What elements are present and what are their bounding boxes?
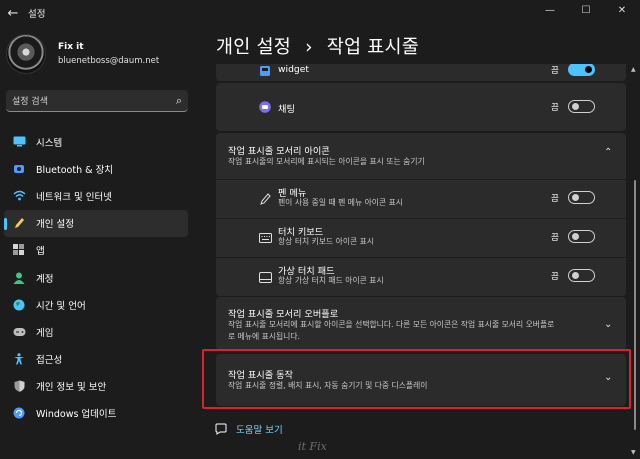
sidebar-item-accounts[interactable]: 계정 [4,264,188,291]
sidebar-item-label: 네트워크 및 인터넷 [36,191,112,203]
window-controls: — ☐ ✕ [532,0,640,20]
title-bar: ← 설정 — ☐ ✕ [0,0,640,26]
minimize-button[interactable]: — [532,0,568,20]
wifi-icon [12,189,26,203]
touch-keyboard-toggle[interactable] [568,230,595,243]
globe-icon [12,298,26,312]
pen-menu-toggle-state: 끔 [551,194,559,204]
sidebar-item-system[interactable]: 시스템 [4,128,188,155]
widget-icon [258,64,272,78]
highlight-box [202,349,631,409]
keyboard-icon [258,231,272,245]
back-arrow-icon: ← [7,5,19,21]
corner-overflow-subtitle-2: 로 메뉴에 표시됩니다. [228,332,300,341]
scroll-up-arrow-icon[interactable]: ▲ [631,66,636,73]
corner-icons-title: 작업 표시줄 모서리 아이콘 [228,146,330,157]
gamepad-icon [12,325,26,339]
search-input[interactable]: 설정 검색 ⌕ [6,90,188,112]
sidebar-item-bluetooth[interactable]: Bluetooth & 장치 [4,155,188,182]
sidebar-item-network[interactable]: 네트워크 및 인터넷 [4,182,188,209]
widget-row-title: widget [278,64,309,75]
update-icon [12,406,26,420]
app-title: 설정 [28,9,46,20]
pen-menu-toggle[interactable] [568,191,595,204]
sidebar-item-personalization[interactable]: 개인 설정 [4,209,188,237]
virtual-touchpad-subtitle: 항상 가상 터치 패드 아이콘 표시 [278,276,384,285]
sidebar: Fix it bluenetboss@daum.net 설정 검색 ⌕ 시스템 … [0,26,200,459]
sidebar-item-accessibility[interactable]: 접근성 [4,346,188,373]
virtual-touchpad-toggle-state: 끔 [551,272,559,282]
sidebar-item-label: Windows 업데이트 [36,409,117,421]
pen-menu-row: 펜 메뉴 펜이 사용 중일 때 펜 메뉴 아이콘 표시 끔 [216,180,626,218]
breadcrumb-separator: › [305,37,313,58]
widget-toggle-state: 끔 [551,66,559,76]
profile-email: bluenetboss@daum.net [58,56,160,66]
sidebar-item-label: Bluetooth & 장치 [36,164,114,176]
virtual-touchpad-row: 가상 터치 패드 항상 가상 터치 패드 아이콘 표시 끔 [216,258,626,296]
corner-icons-subtitle: 작업 표시줄의 모서리에 표시되는 아이콘을 표시 또는 숨기기 [228,157,425,166]
help-chat-icon [214,422,228,436]
chevron-up-icon[interactable]: ⌃ [604,147,612,158]
sidebar-item-label: 시간 및 언어 [36,300,86,312]
sidebar-nav: 시스템 Bluetooth & 장치 네트워크 및 인터넷 개인 설정 앱 계정… [4,128,188,427]
profile[interactable]: Fix it bluenetboss@daum.net [6,34,159,74]
scroll-down-arrow-icon[interactable]: ▼ [631,449,636,456]
help-link-label: 도움말 보기 [236,425,283,436]
apps-icon [12,243,26,257]
sidebar-item-windows-update[interactable]: Windows 업데이트 [4,400,188,427]
sidebar-item-apps[interactable]: 앱 [4,237,188,264]
sidebar-item-privacy[interactable]: 개인 정보 및 보안 [4,373,188,400]
chat-toggle[interactable] [568,100,595,113]
sidebar-item-label: 앱 [36,246,45,258]
back-button[interactable]: ← [0,0,26,26]
virtual-touchpad-toggle[interactable] [568,269,595,282]
chevron-down-icon[interactable]: ⌄ [604,319,612,330]
close-button[interactable]: ✕ [604,0,640,20]
corner-icons-section[interactable]: 작업 표시줄 모서리 아이콘 작업 표시줄의 모서리에 표시되는 아이콘을 표시… [216,133,626,179]
help-link[interactable]: 도움말 보기 [214,422,283,436]
shield-icon [12,379,26,393]
page-title: 작업 표시줄 [326,37,419,58]
sidebar-item-label: 개인 정보 및 보안 [36,382,107,394]
pen-menu-subtitle: 펜이 사용 중일 때 펜 메뉴 아이콘 표시 [278,198,403,207]
chat-row-title: 채팅 [278,104,295,115]
widget-toggle[interactable] [568,64,595,76]
sidebar-item-label: 개인 설정 [36,219,74,231]
corner-overflow-subtitle-1: 작업 표시줄 모서리에 표시할 아이콘을 선택합니다. 다른 모든 아이콘은 작… [228,320,555,329]
person-icon [12,271,26,285]
sidebar-item-time-language[interactable]: 시간 및 언어 [4,291,188,318]
pen-icon [12,216,26,230]
search-icon: ⌕ [175,93,182,107]
corner-overflow-title: 작업 표시줄 모서리 오버플로 [228,309,339,320]
touch-keyboard-toggle-state: 끔 [551,233,559,243]
corner-overflow-section[interactable]: 작업 표시줄 모서리 오버플로 작업 표시줄 모서리에 표시할 아이콘을 선택합… [216,297,626,350]
sidebar-item-label: 시스템 [36,137,63,149]
sidebar-item-label: 계정 [36,273,54,285]
touchpad-icon [258,270,272,284]
chat-toggle-state: 끔 [551,103,559,113]
sidebar-item-label: 게임 [36,327,54,339]
breadcrumb: 개인 설정 › 작업 표시줄 [216,33,419,59]
bluetooth-icon [12,162,26,176]
chat-icon [258,100,272,114]
pen-menu-icon [258,192,272,206]
breadcrumb-parent[interactable]: 개인 설정 [216,37,291,58]
avatar [6,34,46,74]
search-placeholder: 설정 검색 [12,97,48,107]
sidebar-item-label: 접근성 [36,355,63,367]
chat-row: 채팅 끔 [216,83,626,131]
sidebar-item-gaming[interactable]: 게임 [4,318,188,345]
touch-keyboard-subtitle: 항상 터치 키보드 아이콘 표시 [278,237,374,246]
widget-row: widget 끔 [216,64,626,81]
profile-name: Fix it [58,42,84,52]
watermark: it Fix [298,440,327,453]
maximize-button[interactable]: ☐ [568,0,604,20]
accessibility-icon [12,352,26,366]
scrollbar-thumb[interactable] [634,180,636,430]
touch-keyboard-row: 터치 키보드 항상 터치 키보드 아이콘 표시 끔 [216,219,626,257]
monitor-icon [12,135,26,149]
